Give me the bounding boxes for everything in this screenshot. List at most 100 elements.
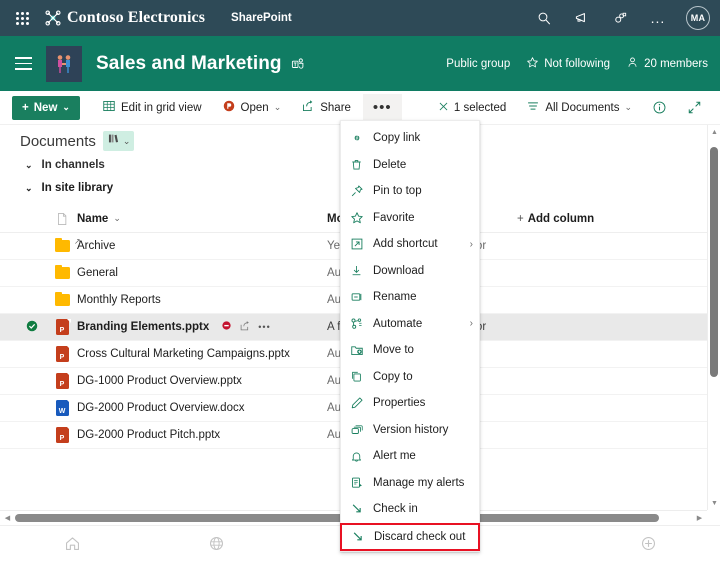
nav-globe-icon[interactable] [196, 529, 236, 559]
site-logo-people-icon [46, 46, 82, 82]
row-name[interactable]: DG-2000 Product Overview.docx [77, 402, 327, 414]
row-name-label: DG-1000 Product Overview.pptx [77, 375, 242, 387]
row-name[interactable]: Cross Cultural Marketing Campaigns.pptx [77, 348, 327, 360]
menu-alert-me[interactable]: Alert me [341, 443, 479, 470]
close-icon [438, 101, 449, 115]
powerpoint-icon [222, 99, 236, 116]
view-selector-button[interactable]: All Documents ⌄ [518, 94, 640, 122]
clear-selection-button[interactable]: 1 selected [430, 94, 514, 122]
scroll-right-arrow-icon[interactable]: ▶ [692, 514, 707, 522]
menu-rename[interactable]: Rename [341, 284, 479, 311]
nav-add-icon[interactable] [628, 529, 668, 559]
horizontal-scrollbar-thumb[interactable] [15, 514, 659, 522]
info-circle-icon[interactable] [644, 94, 675, 122]
scroll-up-arrow-icon[interactable]: ▲ [708, 125, 720, 139]
more-ellipsis-icon[interactable]: ... [648, 8, 668, 28]
add-column-button[interactable]: + Add column [517, 213, 594, 225]
chevron-right-icon: › [470, 239, 473, 250]
row-name-label: DG-2000 Product Pitch.pptx [77, 429, 220, 441]
menu-download[interactable]: Download [341, 258, 479, 285]
search-icon[interactable] [534, 8, 554, 28]
person-icon [626, 56, 639, 72]
menu-delete[interactable]: Delete [341, 152, 479, 179]
new-button[interactable]: + New ⌄ [12, 96, 80, 120]
vertical-scrollbar-thumb[interactable] [710, 147, 718, 377]
suite-bar-actions: ... MA [534, 6, 710, 30]
contoso-logo-icon [44, 9, 62, 27]
avatar[interactable]: MA [686, 6, 710, 30]
app-launcher-icon[interactable] [8, 4, 36, 32]
privacy-label: Public group [446, 58, 510, 70]
menu-copy-link-label: Copy link [373, 132, 420, 144]
menu-automate[interactable]: Automate › [341, 311, 479, 338]
chevron-down-icon: ⌄ [25, 160, 33, 171]
settings-icon[interactable] [610, 8, 630, 28]
follow-button[interactable]: Not following [526, 56, 610, 72]
powerpoint-file-icon: P [47, 319, 77, 335]
context-menu: Copy link Delete Pin to top Favorite Add… [340, 120, 480, 552]
menu-check-in-label: Check in [373, 503, 418, 515]
command-overflow-button[interactable]: ••• [363, 94, 402, 122]
row-name[interactable]: ↗ Archive [77, 240, 327, 252]
members-button[interactable]: 20 members [626, 56, 708, 72]
menu-move-to[interactable]: Move to [341, 337, 479, 364]
menu-pin-to-top[interactable]: Pin to top [341, 178, 479, 205]
share-button[interactable]: Share [293, 94, 359, 122]
menu-copy-link[interactable]: Copy link [341, 125, 479, 152]
link-icon [349, 131, 364, 145]
menu-check-in[interactable]: Check in [341, 496, 479, 523]
menu-discard-check-out[interactable]: Discard check out [340, 523, 480, 551]
teams-icon[interactable] [291, 57, 305, 71]
menu-discard-check-out-label: Discard check out [374, 531, 465, 543]
brand-name[interactable]: Contoso Electronics [67, 9, 205, 27]
share-label: Share [320, 102, 351, 114]
row-name[interactable]: General [77, 267, 327, 279]
scroll-left-arrow-icon[interactable]: ◀ [0, 514, 15, 522]
expand-diagonal-icon[interactable] [679, 94, 710, 122]
checked-out-red-icon[interactable] [221, 320, 232, 334]
row-name[interactable]: Monthly Reports [77, 294, 327, 306]
row-name-label: DG-2000 Product Overview.docx [77, 402, 244, 414]
view-selector-label: All Documents [545, 102, 619, 114]
copy-icon [349, 370, 364, 383]
trash-icon [349, 158, 364, 171]
menu-favorite[interactable]: Favorite [341, 205, 479, 232]
edit-in-grid-view-button[interactable]: Edit in grid view [94, 94, 210, 122]
row-name[interactable]: DG-2000 Product Pitch.pptx [77, 429, 327, 441]
manage-alerts-icon [349, 476, 364, 490]
feedback-megaphone-icon[interactable] [572, 8, 592, 28]
chevron-right-icon: › [470, 318, 473, 329]
shortcut-arrow-icon [349, 237, 364, 251]
hamburger-menu-icon[interactable] [6, 47, 40, 81]
document-icon[interactable] [47, 212, 77, 226]
open-button[interactable]: Open ⌄ [214, 94, 290, 122]
menu-manage-my-alerts[interactable]: Manage my alerts [341, 470, 479, 497]
chevron-down-icon: ⌄ [123, 136, 131, 147]
scroll-down-arrow-icon[interactable]: ▼ [708, 496, 720, 510]
row-name[interactable]: DG-1000 Product Overview.pptx [77, 375, 327, 387]
menu-download-label: Download [373, 265, 424, 277]
powerpoint-file-icon: P [47, 427, 77, 443]
suite-app-name[interactable]: SharePoint [231, 12, 292, 24]
menu-automate-label: Automate [373, 318, 422, 330]
selection-count-label: 1 selected [454, 102, 506, 114]
row-checkbox-checked[interactable] [25, 319, 47, 336]
folder-icon [47, 294, 77, 306]
menu-version-history[interactable]: Version history [341, 417, 479, 444]
powerpoint-file-icon: P [47, 373, 77, 389]
column-header-name-label: Name [77, 213, 108, 225]
nav-home-icon[interactable] [52, 529, 92, 559]
grid-icon [102, 99, 116, 116]
menu-copy-to[interactable]: Copy to [341, 364, 479, 391]
share-icon[interactable] [239, 320, 251, 335]
share-icon [301, 99, 315, 116]
menu-properties[interactable]: Properties [341, 390, 479, 417]
word-file-icon: W [47, 400, 77, 416]
library-view-badge[interactable]: ⌄ [103, 131, 135, 151]
new-button-label: New [34, 102, 58, 114]
row-more-icon[interactable]: ••• [258, 322, 270, 332]
vertical-scrollbar[interactable]: ▲ ▼ [707, 125, 720, 510]
menu-add-shortcut[interactable]: Add shortcut › [341, 231, 479, 258]
row-name[interactable]: Branding Elements.pptx ••• [77, 320, 327, 335]
column-header-name[interactable]: Name ⌄ [77, 213, 327, 225]
